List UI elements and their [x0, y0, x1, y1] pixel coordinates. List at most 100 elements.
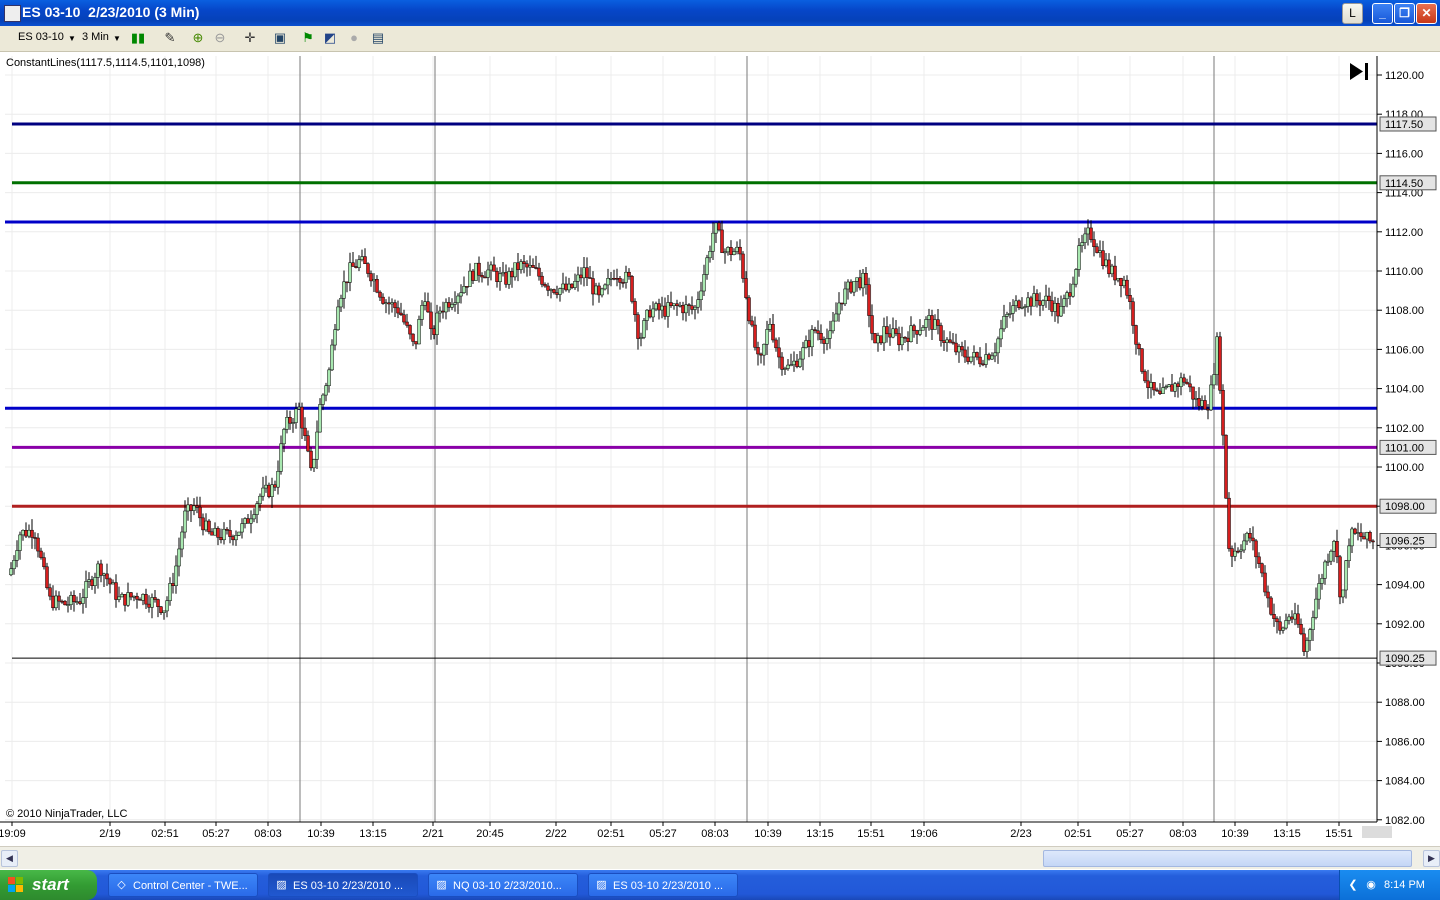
- chart-svg[interactable]: 1120.001118.001116.001114.001112.001110.…: [0, 52, 1440, 846]
- candle-body-down: [579, 274, 583, 279]
- candle-body-down: [1017, 300, 1021, 308]
- candle-body-up: [102, 573, 106, 576]
- scroll-left-icon[interactable]: ◀: [1, 850, 18, 867]
- candle-body-down: [288, 417, 292, 424]
- candle-body-down: [30, 529, 34, 538]
- candlestick-style-icon[interactable]: ▮▮: [130, 30, 146, 46]
- candle-body-down: [525, 263, 529, 268]
- candle-body-down: [219, 537, 223, 541]
- candle-body-down: [138, 599, 142, 601]
- data-box-icon[interactable]: ▤: [370, 30, 386, 46]
- task-es-chart-active[interactable]: ▨ ES 03-10 2/23/2010 ...: [268, 873, 418, 897]
- price-axis-label: 1112.00: [1385, 227, 1423, 239]
- candle-body-down: [663, 305, 667, 317]
- candle: [1338, 555, 1342, 605]
- candle-body-down: [864, 273, 868, 285]
- candle-body-up: [861, 273, 865, 289]
- candle-body-up: [276, 471, 280, 488]
- candle-body-up: [177, 548, 181, 567]
- interval-dropdown-icon[interactable]: ▼: [113, 34, 121, 43]
- candle-body-up: [1341, 589, 1345, 598]
- network-icon[interactable]: ◉: [1364, 878, 1378, 892]
- candle-body-down: [1128, 295, 1132, 302]
- candle-body-up: [1356, 532, 1360, 534]
- candle-body-up: [1011, 305, 1015, 314]
- candle: [1227, 492, 1231, 552]
- candle-body-down: [1185, 381, 1189, 385]
- task-nq-chart[interactable]: ▨ NQ 03-10 2/23/2010...: [428, 873, 578, 897]
- candle-body-up: [336, 306, 340, 330]
- candle-body-down: [1191, 386, 1195, 400]
- candle: [1167, 383, 1171, 388]
- candle-body-up: [1332, 541, 1336, 552]
- instrument-selector[interactable]: ES 03-10: [18, 31, 64, 43]
- candle-body-down: [1218, 336, 1222, 391]
- tray-expand-icon[interactable]: ❮: [1346, 878, 1360, 892]
- candle-body-down: [246, 518, 250, 524]
- zoom-in-icon[interactable]: ⊕: [190, 30, 206, 46]
- candle-body-down: [963, 349, 967, 358]
- time-axis-label: 10:39: [1221, 828, 1249, 840]
- chart-toolbar: ES 03-10 ▼ 3 Min ▼ ▮▮ ✎ ⊕ ⊖ ✛ ▣ ⚑ ◩ ● ▤: [0, 26, 1440, 52]
- candle-body-up: [711, 232, 715, 252]
- indicators-icon[interactable]: ◩: [322, 30, 338, 46]
- crosshair-icon[interactable]: ✛: [242, 30, 258, 46]
- candle-body-down: [1089, 227, 1093, 240]
- candle-body-down: [510, 271, 514, 278]
- task-control-center[interactable]: ◇ Control Center - TWE...: [108, 873, 258, 897]
- candle-body-up: [1083, 233, 1087, 243]
- start-button[interactable]: start: [0, 870, 97, 900]
- time-axis-label: 10:39: [307, 828, 335, 840]
- drawing-tool-icon[interactable]: ✎: [162, 30, 178, 46]
- chart-icon: ▨: [596, 879, 607, 891]
- clock: 8:14 PM: [1384, 879, 1425, 891]
- candle-body-up: [126, 592, 130, 606]
- minimize-button[interactable]: _: [1372, 3, 1393, 24]
- scroll-thumb[interactable]: [1043, 850, 1412, 867]
- candle-body-up: [1104, 259, 1108, 266]
- scroll-right-icon[interactable]: ▶: [1423, 850, 1440, 867]
- candle-body-down: [309, 450, 313, 469]
- task-es-chart-2[interactable]: ▨ ES 03-10 2/23/2010 ...: [588, 873, 738, 897]
- price-axis-label: 1120.00: [1385, 70, 1424, 82]
- candle-body-up: [519, 261, 523, 270]
- candle-body-up: [84, 581, 88, 598]
- zoom-out-icon[interactable]: ⊖: [212, 30, 228, 46]
- interval-selector[interactable]: 3 Min: [82, 31, 109, 43]
- candle-body-up: [234, 535, 238, 541]
- horizontal-scrollbar[interactable]: ◀ ▶: [0, 846, 1440, 869]
- candle-body-down: [1296, 613, 1300, 625]
- candle-body-down: [1170, 384, 1174, 392]
- strategy-icon[interactable]: ⚑: [300, 30, 316, 46]
- candle: [417, 315, 421, 345]
- candle-body-down: [720, 229, 724, 253]
- candle-body-up: [594, 285, 598, 295]
- candle-body-up: [831, 320, 835, 332]
- candle-body-up: [192, 505, 196, 511]
- candle-body-up: [75, 601, 79, 603]
- copyright-label: © 2010 NinjaTrader, LLC: [6, 808, 127, 820]
- candle-body-up: [1116, 278, 1120, 281]
- candle-body-down: [1119, 278, 1123, 287]
- candle-body-down: [753, 324, 757, 348]
- candle: [267, 482, 271, 499]
- candle-body-down: [936, 319, 940, 326]
- candle-body-up: [1080, 242, 1084, 246]
- properties-icon[interactable]: ▣: [272, 30, 288, 46]
- instrument-dropdown-icon[interactable]: ▼: [68, 34, 76, 43]
- restore-button[interactable]: ❐: [1394, 3, 1415, 24]
- candle-body-up: [66, 604, 70, 606]
- candle-body-up: [900, 336, 904, 346]
- candle-body-up: [672, 303, 676, 306]
- candle-body-down: [483, 276, 487, 279]
- candle-body-down: [531, 265, 535, 268]
- link-button[interactable]: L: [1342, 3, 1363, 24]
- candle-body-down: [195, 505, 199, 508]
- candle-body-up: [996, 338, 1000, 354]
- price-chart[interactable]: 1120.00 1118.00 1116.00 1114.00 1112.00 1110.…: [0, 52, 1440, 846]
- price-tag-label: 1090.25: [1385, 653, 1425, 665]
- candle-body-up: [696, 299, 700, 308]
- close-button[interactable]: ✕: [1416, 3, 1437, 24]
- candle-body-up: [513, 262, 517, 278]
- candle-body-up: [12, 560, 16, 570]
